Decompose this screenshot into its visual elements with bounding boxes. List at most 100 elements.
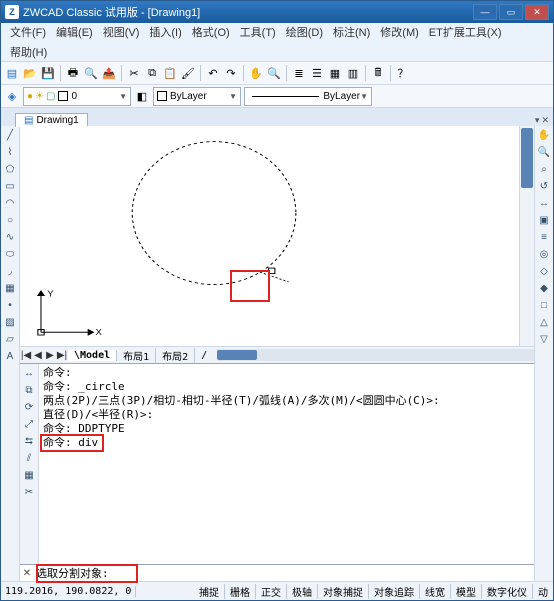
horizontal-scrollbar[interactable] (217, 349, 534, 361)
color-selector[interactable]: ByLayer ▼ (153, 87, 241, 106)
vertical-scrollbar[interactable] (519, 126, 534, 346)
menu-draw[interactable]: 绘图(D) (281, 23, 328, 41)
zoom-icon[interactable]: 🔍 (537, 145, 551, 159)
drawing-canvas[interactable]: Y X (20, 126, 534, 346)
preview-icon[interactable]: 🔍 (83, 65, 99, 81)
nav-next[interactable]: ▶ (44, 350, 56, 361)
open-icon[interactable]: 📂 (22, 65, 38, 81)
earc-icon[interactable]: ◞ (3, 264, 17, 278)
circle-icon[interactable]: ○ (3, 213, 17, 227)
coordinates[interactable]: 119.2016, 190.0822, 0 (1, 586, 136, 597)
arc-icon[interactable]: ◠ (3, 196, 17, 210)
status-grid[interactable]: 栅格 (225, 584, 256, 599)
hatch-icon[interactable]: ▨ (3, 315, 17, 329)
publish-icon[interactable]: 📤 (101, 65, 117, 81)
copy-icon[interactable]: ⧉ (22, 383, 36, 397)
minimize-button[interactable]: — (473, 4, 497, 20)
trim-icon[interactable]: ✂ (22, 485, 36, 499)
status-snap[interactable]: 捕捉 (194, 584, 225, 599)
nav-prev[interactable]: ◀ (32, 350, 44, 361)
menu-et[interactable]: ET扩展工具(X) (424, 23, 507, 41)
opt5-icon[interactable]: ▽ (537, 332, 551, 346)
pan-icon[interactable]: ✋ (537, 128, 551, 142)
spline-icon[interactable]: ∿ (3, 230, 17, 244)
array-icon[interactable]: ▦ (22, 468, 36, 482)
layer-mgr-icon[interactable]: ◈ (4, 88, 20, 104)
pline-icon[interactable]: ⌇ (3, 145, 17, 159)
opt4-icon[interactable]: △ (537, 315, 551, 329)
block-icon[interactable]: ▦ (3, 281, 17, 295)
print-icon[interactable]: 🖶 (65, 65, 81, 81)
menu-insert[interactable]: 插入(I) (144, 23, 186, 41)
menu-dim[interactable]: 标注(N) (328, 23, 375, 41)
linetype-selector[interactable]: ByLayer ▼ (244, 87, 372, 106)
menu-file[interactable]: 文件(F) (5, 23, 51, 41)
polygon-icon[interactable]: ⬠ (3, 162, 17, 176)
copy-icon[interactable]: ⧉ (144, 65, 160, 81)
point-icon[interactable]: • (3, 298, 17, 312)
props-icon[interactable]: ☰ (309, 65, 325, 81)
status-dyn[interactable]: 动 (533, 584, 553, 599)
move-icon[interactable]: ↔ (22, 366, 36, 380)
maximize-button[interactable]: ▭ (499, 4, 523, 20)
menu-help[interactable]: 帮助(H) (5, 43, 52, 61)
cut-icon[interactable]: ✂ (126, 65, 142, 81)
pan-tb-icon[interactable]: ✋ (248, 65, 264, 81)
menu-modify[interactable]: 修改(M) (375, 23, 424, 41)
match-icon[interactable]: 🖌 (180, 65, 196, 81)
id-icon[interactable]: ◎ (537, 247, 551, 261)
paste-icon[interactable]: 📋 (162, 65, 178, 81)
tab-pin-icon[interactable]: ▾ (535, 115, 540, 126)
dist-icon[interactable]: ↔ (537, 196, 551, 210)
area-icon[interactable]: ▣ (537, 213, 551, 227)
cmd-close-icon[interactable]: ✕ (20, 568, 34, 579)
status-otrack[interactable]: 对象追踪 (369, 584, 420, 599)
layers-icon[interactable]: ≣ (291, 65, 307, 81)
tab-layout2[interactable]: 布局2 (156, 348, 195, 363)
dc-icon[interactable]: ▦ (327, 65, 343, 81)
scroll-thumb[interactable] (521, 128, 533, 188)
region-icon[interactable]: ▱ (3, 332, 17, 346)
status-model[interactable]: 模型 (451, 584, 482, 599)
menu-edit[interactable]: 编辑(E) (51, 23, 98, 41)
nav-first[interactable]: |◀ (20, 350, 32, 361)
menu-view[interactable]: 视图(V) (98, 23, 145, 41)
ellipse-icon[interactable]: ⬭ (3, 247, 17, 261)
opt1-icon[interactable]: ◇ (537, 264, 551, 278)
tab-layout1[interactable]: 布局1 (117, 348, 156, 363)
list-icon[interactable]: ≡ (537, 230, 551, 244)
status-lwt[interactable]: 线宽 (420, 584, 451, 599)
status-ortho[interactable]: 正交 (256, 584, 287, 599)
menu-format[interactable]: 格式(O) (187, 23, 235, 41)
zoomwin-icon[interactable]: ⌕ (537, 162, 551, 176)
undo-icon[interactable]: ↶ (205, 65, 221, 81)
line-icon[interactable]: ╱ (3, 128, 17, 142)
tab-model[interactable]: \Model (68, 350, 117, 361)
undo-icon[interactable]: ↺ (537, 179, 551, 193)
rect-icon[interactable]: ▭ (3, 179, 17, 193)
doc-tab-drawing1[interactable]: ▤ Drawing1 (15, 113, 88, 127)
tab-close-icon[interactable]: ✕ (541, 115, 549, 126)
opt2-icon[interactable]: ◆ (537, 281, 551, 295)
redo-icon[interactable]: ↷ (223, 65, 239, 81)
zoom-tb-icon[interactable]: 🔍 (266, 65, 282, 81)
menu-tools[interactable]: 工具(T) (235, 23, 281, 41)
offset-icon[interactable]: ⫽ (22, 451, 36, 465)
layer-selector[interactable]: ● ☀ ▢ 0 ▼ (23, 87, 131, 106)
close-button[interactable]: ✕ (525, 4, 549, 20)
help-icon[interactable]: ？ (395, 65, 411, 81)
layer-prev-icon[interactable]: ◧ (134, 88, 150, 104)
rotate-icon[interactable]: ⟳ (22, 400, 36, 414)
opt3-icon[interactable]: □ (537, 298, 551, 312)
mirror-icon[interactable]: ⮀ (22, 434, 36, 448)
tp-icon[interactable]: ▥ (345, 65, 361, 81)
text-icon[interactable]: A (3, 349, 17, 363)
status-polar[interactable]: 极轴 (287, 584, 318, 599)
save-icon[interactable]: 💾 (40, 65, 56, 81)
status-osnap[interactable]: 对象捕捉 (318, 584, 369, 599)
nav-last[interactable]: ▶| (56, 350, 68, 361)
status-digit[interactable]: 数字化仪 (482, 584, 533, 599)
scale-icon[interactable]: ⤢ (22, 417, 36, 431)
calc-icon[interactable]: 🖩 (370, 65, 386, 81)
new-icon[interactable]: ▤ (4, 65, 20, 81)
